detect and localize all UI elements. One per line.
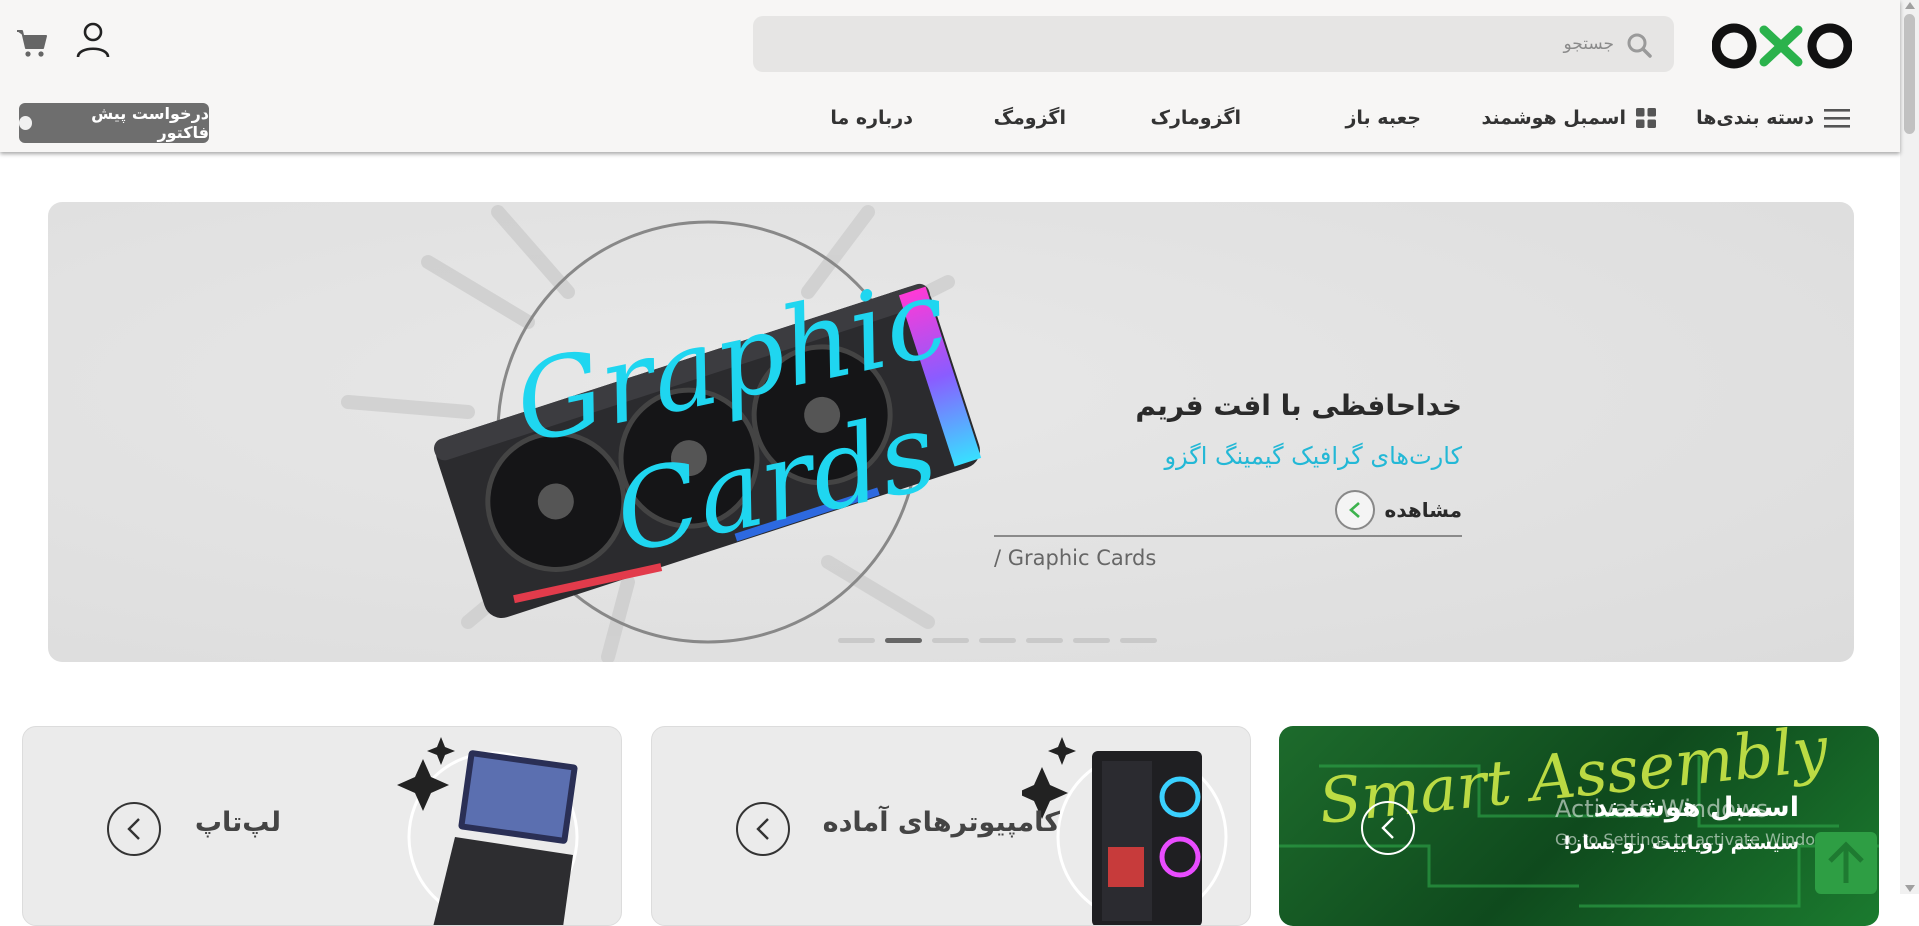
card-ready-pcs[interactable]: کامپیوترهای آماده bbox=[651, 726, 1251, 926]
nav-categories[interactable]: دسته بندی‌ها bbox=[1696, 100, 1850, 136]
arrow-up-icon bbox=[1828, 841, 1864, 883]
oxo-logo[interactable] bbox=[1712, 20, 1852, 72]
dot-icon bbox=[19, 116, 33, 130]
user-icon[interactable] bbox=[76, 22, 110, 58]
cart-icon[interactable] bbox=[16, 28, 48, 58]
nav-about-us[interactable]: درباره ما bbox=[830, 100, 913, 136]
graphics-card-illustration: Graphic Cards bbox=[341, 205, 982, 662]
activate-windows-watermark: Activate Windows bbox=[1555, 795, 1769, 823]
slider-dot[interactable] bbox=[1026, 638, 1063, 643]
nav-smart-assembly[interactable]: اسمبل هوشمند bbox=[1481, 100, 1656, 136]
hero-view-link[interactable]: مشاهده bbox=[1334, 490, 1462, 530]
card-smart-assembly[interactable]: Smart Assembly اسمبل هوشمند سیستم رویایی… bbox=[1279, 726, 1879, 926]
nav-about-us-label: درباره ما bbox=[830, 107, 913, 129]
nav-categories-label: دسته بندی‌ها bbox=[1696, 107, 1814, 129]
nav-smart-assembly-label: اسمبل هوشمند bbox=[1481, 107, 1626, 129]
activate-windows-hint: Go to Settings to activate Windows. bbox=[1555, 830, 1842, 849]
hero-breadcrumb: / Graphic Cards bbox=[994, 546, 1157, 570]
quote-button-label: درخواست پیش فاکتور bbox=[91, 104, 209, 142]
card-laptop[interactable]: لپ‌تاپ bbox=[22, 726, 622, 926]
page-scrollbar[interactable] bbox=[1900, 0, 1919, 894]
slider-dot[interactable] bbox=[838, 638, 875, 643]
slider-dot[interactable] bbox=[1073, 638, 1110, 643]
nav-open-box[interactable]: جعبه باز bbox=[1345, 100, 1421, 136]
scroll-down-arrow[interactable] bbox=[1905, 885, 1915, 892]
hero-title: خداحافظی با افت فریم bbox=[1135, 389, 1462, 422]
hero-banner[interactable]: Graphic Cards خداحافظی با افت فریم کارت‌… bbox=[48, 202, 1854, 662]
slider-dot[interactable] bbox=[979, 638, 1016, 643]
chevron-left-icon[interactable] bbox=[736, 802, 790, 856]
hero-subtitle: کارت‌های گرافیک گیمینگ اگزو bbox=[1164, 442, 1462, 470]
chevron-left-icon[interactable] bbox=[1361, 801, 1415, 855]
slider-dots bbox=[838, 638, 1157, 643]
search-bar bbox=[753, 16, 1674, 72]
search-input[interactable] bbox=[814, 16, 1614, 72]
grid-icon bbox=[1636, 108, 1656, 128]
nav-exomag-label: اگزومگ bbox=[993, 107, 1066, 129]
chevron-left-icon[interactable] bbox=[107, 802, 161, 856]
hamburger-icon bbox=[1824, 109, 1850, 128]
nav-exomag[interactable]: اگزومگ bbox=[994, 100, 1066, 136]
hero-view-label: مشاهده bbox=[1384, 498, 1462, 522]
slider-dot[interactable] bbox=[932, 638, 969, 643]
nav-exomark-label: اگزومارک bbox=[1150, 107, 1241, 129]
card-ready-pcs-label: کامپیوترهای آماده bbox=[822, 807, 1060, 838]
hero-divider bbox=[994, 535, 1462, 537]
scroll-up-arrow[interactable] bbox=[1905, 2, 1915, 9]
scroll-to-top-button[interactable] bbox=[1815, 832, 1877, 894]
nav-open-box-label: جعبه باز bbox=[1345, 107, 1421, 129]
request-quote-button[interactable]: درخواست پیش فاکتور bbox=[19, 103, 209, 143]
laptop-image bbox=[397, 737, 579, 925]
slider-dot[interactable] bbox=[1120, 638, 1157, 643]
slider-dot[interactable] bbox=[885, 638, 922, 643]
site-header: دسته بندی‌ها اسمبل هوشمند جعبه باز اگزوم… bbox=[0, 0, 1900, 152]
chevron-left-icon[interactable] bbox=[1334, 490, 1375, 530]
card-laptop-label: لپ‌تاپ bbox=[194, 807, 281, 838]
scroll-thumb[interactable] bbox=[1904, 14, 1915, 134]
nav-exomark[interactable]: اگزومارک bbox=[1151, 100, 1241, 136]
search-icon[interactable] bbox=[1626, 32, 1652, 58]
